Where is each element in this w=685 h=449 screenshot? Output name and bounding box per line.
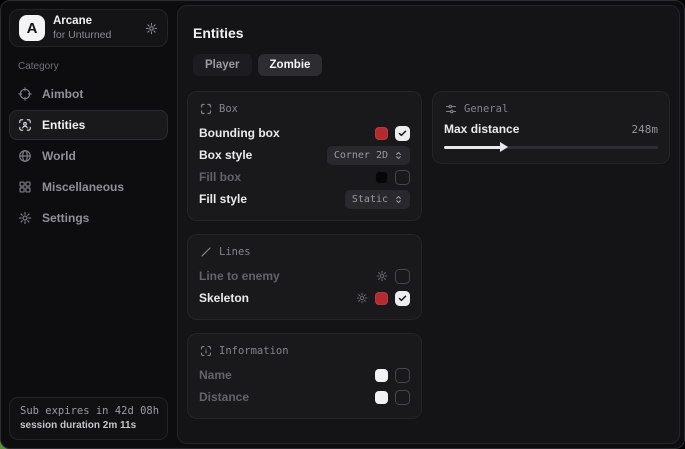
skeleton-row: Skeleton: [199, 287, 410, 309]
fill-style-dropdown[interactable]: Static: [345, 190, 410, 209]
color-swatch[interactable]: [375, 292, 388, 305]
dropdown-value: Corner 2D: [334, 150, 388, 161]
subscription-card: Sub expires in 42d 08h session duration …: [9, 397, 168, 440]
app-meta: Arcane for Unturned: [53, 15, 137, 41]
distance-checkbox[interactable]: [395, 390, 410, 405]
crosshair-icon: [18, 87, 32, 101]
card-title: Lines: [219, 246, 251, 258]
row-label: Box style: [199, 148, 252, 162]
scan-person-icon: [18, 118, 32, 132]
box-card: Box Bounding box Box style: [187, 91, 422, 221]
row-label: Name: [199, 368, 232, 382]
main-panel: Entities Player Zombie Box: [177, 5, 680, 444]
color-swatch[interactable]: [375, 127, 388, 140]
row-label: Distance: [199, 390, 249, 404]
information-card: Information Name Distance: [187, 333, 422, 419]
fill-style-row: Fill style Static: [199, 188, 410, 210]
name-row: Name: [199, 364, 410, 386]
lines-card: Lines Line to enemy: [187, 234, 422, 320]
bounding-box-row: Bounding box: [199, 122, 410, 144]
sidebar-item-settings[interactable]: Settings: [9, 203, 168, 233]
max-distance-row: Max distance 248m: [444, 122, 658, 136]
sidebar-item-aimbot[interactable]: Aimbot: [9, 79, 168, 109]
category-label: Category: [18, 61, 168, 72]
sidebar: A Arcane for Unturned Category Aimbot: [1, 1, 176, 448]
options-gear-icon[interactable]: [356, 292, 368, 304]
row-label: Max distance: [444, 122, 519, 136]
skeleton-checkbox[interactable]: [395, 291, 410, 306]
fill-box-row: Fill box: [199, 166, 410, 188]
scan-info-icon: [200, 345, 212, 357]
app-subtitle: for Unturned: [53, 29, 137, 42]
chevrons-up-down-icon: [394, 151, 403, 160]
information-card-header: Information: [200, 345, 410, 357]
grid-icon: [18, 180, 32, 194]
color-swatch[interactable]: [375, 171, 388, 184]
distance-row: Distance: [199, 386, 410, 408]
app-logo: A: [19, 15, 45, 41]
sidebar-item-label: Settings: [42, 211, 89, 225]
session-duration-text: session duration 2m 11s: [20, 420, 157, 431]
left-column: Box Bounding box Box style: [187, 91, 422, 419]
page-title: Entities: [193, 25, 670, 41]
box-style-row: Box style Corner 2D: [199, 144, 410, 166]
card-title: Box: [219, 103, 238, 115]
dropdown-value: Static: [352, 194, 388, 205]
row-label: Skeleton: [199, 291, 249, 305]
color-swatch[interactable]: [375, 369, 388, 382]
tab-bar: Player Zombie: [193, 54, 670, 76]
sidebar-item-world[interactable]: World: [9, 141, 168, 171]
diagonal-line-icon: [200, 246, 212, 258]
app-name: Arcane: [53, 15, 137, 29]
row-controls: [375, 126, 410, 141]
name-checkbox[interactable]: [395, 368, 410, 383]
app-window: A Arcane for Unturned Category Aimbot: [0, 0, 685, 449]
options-gear-icon[interactable]: [376, 270, 388, 282]
card-title: General: [464, 103, 508, 115]
lines-card-header: Lines: [200, 246, 410, 258]
row-controls: [375, 390, 410, 405]
globe-icon: [18, 149, 32, 163]
max-distance-value: 248m: [632, 123, 659, 136]
chevrons-up-down-icon: [394, 195, 403, 204]
line-to-enemy-checkbox[interactable]: [395, 269, 410, 284]
row-controls: [356, 291, 410, 306]
scan-corners-icon: [200, 103, 212, 115]
line-to-enemy-row: Line to enemy: [199, 265, 410, 287]
row-label: Bounding box: [199, 126, 280, 140]
tab-player[interactable]: Player: [193, 54, 252, 76]
fill-box-checkbox[interactable]: [395, 170, 410, 185]
color-swatch[interactable]: [375, 391, 388, 404]
settings-gear-icon[interactable]: [145, 22, 158, 35]
box-card-header: Box: [200, 103, 410, 115]
app-header-card: A Arcane for Unturned: [9, 9, 168, 47]
sub-expires-text: Sub expires in 42d 08h: [20, 405, 157, 417]
sidebar-item-entities[interactable]: Entities: [9, 110, 168, 140]
general-card-header: General: [445, 103, 658, 115]
tab-zombie[interactable]: Zombie: [258, 54, 323, 76]
content-area: Box Bounding box Box style: [187, 91, 670, 419]
row-label: Fill box: [199, 170, 241, 184]
sliders-icon: [445, 103, 457, 115]
right-column: General Max distance 248m: [432, 91, 670, 164]
sidebar-item-label: World: [42, 149, 76, 163]
general-card: General Max distance 248m: [432, 91, 670, 164]
row-controls: [375, 170, 410, 185]
gear-icon: [18, 211, 32, 225]
sidebar-item-label: Entities: [42, 118, 85, 132]
slider-fill: [444, 146, 502, 149]
row-label: Fill style: [199, 192, 247, 206]
slider-thumb[interactable]: [500, 142, 508, 152]
sidebar-item-label: Miscellaneous: [42, 180, 124, 194]
box-style-dropdown[interactable]: Corner 2D: [327, 146, 410, 165]
bounding-box-checkbox[interactable]: [395, 126, 410, 141]
sidebar-item-label: Aimbot: [42, 87, 83, 101]
row-controls: [375, 368, 410, 383]
row-controls: [376, 269, 410, 284]
sidebar-item-miscellaneous[interactable]: Miscellaneous: [9, 172, 168, 202]
row-label: Line to enemy: [199, 269, 280, 283]
max-distance-slider[interactable]: [444, 142, 658, 153]
card-title: Information: [219, 345, 289, 357]
